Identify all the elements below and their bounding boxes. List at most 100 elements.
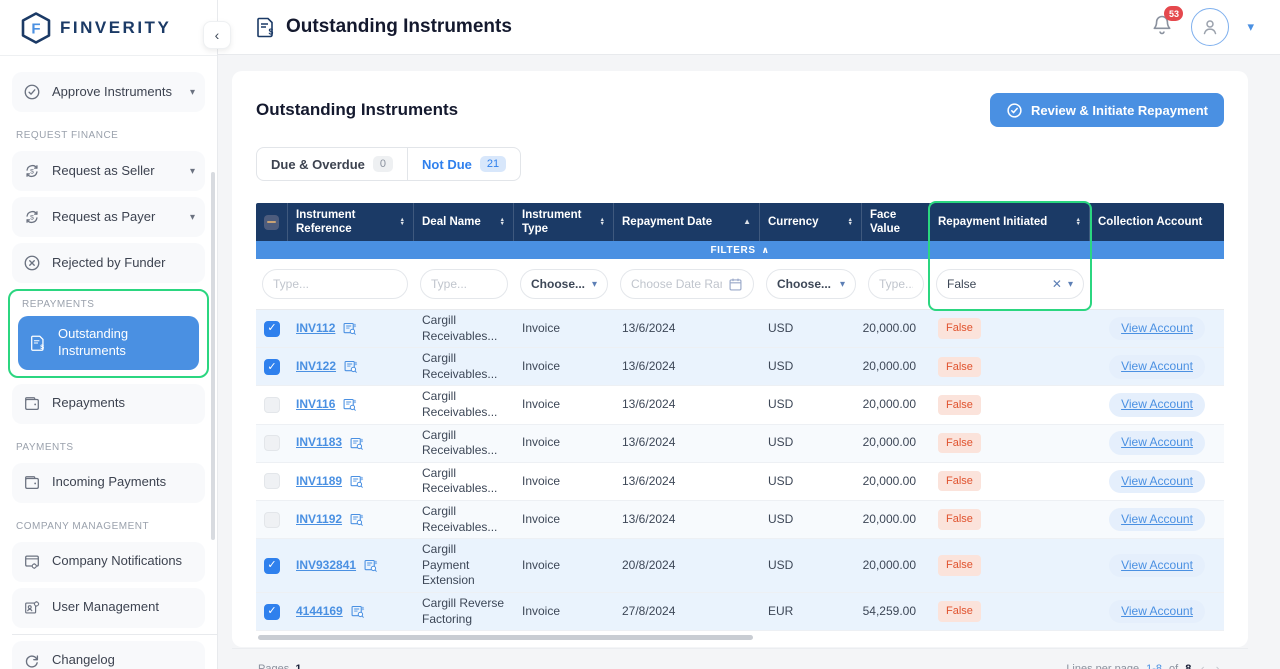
sidebar-item-request-as-seller[interactable]: $Request as Seller▾ [12, 151, 205, 191]
view-account-link[interactable]: View Account [1109, 431, 1205, 455]
collection-account-cell: View Account [1090, 386, 1224, 423]
sidebar-section-payments: PAYMENTS [0, 430, 217, 457]
repayment-date-cell: 27/8/2024 [614, 593, 760, 630]
sidebar-item-approve-instruments[interactable]: Approve Instruments▾ [12, 72, 205, 112]
row-checkbox[interactable]: ✓ [264, 558, 280, 574]
column-header-deal-name[interactable]: Deal Name▲▼ [414, 203, 514, 241]
filter-date-range[interactable]: Choose Date Range [620, 269, 754, 299]
account-menu-chevron-icon[interactable]: ▾ [1247, 19, 1254, 35]
row-checkbox[interactable] [264, 473, 280, 489]
instrument-reference-link[interactable]: INV122 [296, 359, 336, 375]
sidebar-item-changelog[interactable]: Changelog [12, 641, 205, 669]
instrument-reference-link[interactable]: INV1183 [296, 435, 342, 451]
filter-select[interactable]: Choose...▾ [766, 269, 856, 299]
filter-select-repayment-initiated[interactable]: False✕▾ [936, 269, 1084, 299]
row-checkbox[interactable] [264, 435, 280, 451]
deal-name-cell: Cargill Receivables... [414, 425, 514, 462]
sort-icon[interactable]: ▲▼ [396, 218, 405, 227]
sidebar-section-repayments: REPAYMENTS [10, 291, 207, 312]
view-account-link[interactable]: View Account [1109, 600, 1205, 624]
sort-asc-icon[interactable]: ▲ [739, 218, 751, 226]
column-header-repayment-date[interactable]: Repayment Date▲ [614, 203, 760, 241]
invoice-preview-icon[interactable]: $ [342, 321, 357, 336]
page-title: Outstanding Instruments [256, 100, 458, 120]
instrument-type: Invoice [522, 474, 560, 490]
column-label: Instrument Reference [296, 208, 390, 237]
face-value-cell: 20,000.00 [862, 463, 930, 500]
review-initiate-repayment-button[interactable]: Review & Initiate Repayment [990, 93, 1224, 127]
column-header-currency[interactable]: Currency▲▼ [760, 203, 862, 241]
row-checkbox[interactable]: ✓ [264, 359, 280, 375]
sidebar-item-incoming-payments[interactable]: Incoming Payments [12, 463, 205, 503]
invoice-preview-icon[interactable]: $ [349, 436, 364, 451]
column-header-instrument-reference[interactable]: Instrument Reference ▲▼ [288, 203, 414, 241]
view-account-link[interactable]: View Account [1109, 508, 1205, 532]
view-account-link[interactable]: View Account [1109, 355, 1205, 379]
invoice-preview-icon[interactable]: $ [363, 558, 378, 573]
user-avatar[interactable] [1191, 8, 1229, 46]
instrument-reference-link[interactable]: INV116 [296, 397, 335, 413]
logo-hexagon-icon: F [20, 11, 52, 45]
view-account-link[interactable]: View Account [1109, 393, 1205, 417]
sort-icon[interactable]: ▲▼ [596, 218, 605, 227]
face-value-cell: 20,000.00 [862, 348, 930, 385]
invoice-preview-icon[interactable]: $ [350, 604, 365, 619]
instrument-reference-link[interactable]: INV932841 [296, 558, 356, 574]
filter-cell-instrument-type: Choose...▾ [514, 259, 614, 309]
main-area: $ Outstanding Instruments 53 ▾ Outstandi… [218, 0, 1280, 669]
invoice-preview-icon[interactable]: $ [342, 397, 357, 412]
sidebar-collapse-button[interactable]: ‹ [203, 21, 231, 49]
column-header-instrument-type[interactable]: Instrument Type ▲▼ [514, 203, 614, 241]
filter-cell-currency: Choose...▾ [760, 259, 862, 309]
row-checkbox[interactable]: ✓ [264, 604, 280, 620]
currency-cell: USD [760, 539, 862, 592]
column-header-repayment-initiated[interactable]: Repayment Initiated▲▼ [930, 203, 1090, 241]
clear-filter-icon[interactable]: ✕ [1052, 277, 1062, 291]
tab-not-due[interactable]: Not Due21 [407, 148, 520, 180]
view-account-link[interactable]: View Account [1109, 317, 1205, 341]
invoice-preview-icon[interactable]: $ [349, 512, 364, 527]
view-account-link[interactable]: View Account [1109, 470, 1205, 494]
sidebar-item-repayments[interactable]: Repayments [12, 384, 205, 424]
horizontal-scrollbar-thumb[interactable] [258, 635, 753, 640]
row-checkbox[interactable]: ✓ [264, 321, 280, 337]
sidebar-scrollbar[interactable] [211, 172, 215, 540]
instrument-reference-link[interactable]: INV112 [296, 321, 335, 337]
table-header-row: Instrument Reference▲▼Deal Name▲▼Instrum… [256, 203, 1224, 241]
sidebar-item-label: Incoming Payments [52, 474, 195, 491]
filter-text-input[interactable]: Type... [868, 269, 924, 299]
sort-icon[interactable]: ▲▼ [844, 218, 853, 227]
filter-text-input[interactable]: Type... [420, 269, 508, 299]
sidebar-item-request-as-payer[interactable]: $Request as Payer▾ [12, 197, 205, 237]
lines-range[interactable]: 1-8 [1146, 663, 1162, 669]
select-all-checkbox[interactable] [264, 215, 279, 230]
notifications-button[interactable]: 53 [1151, 13, 1173, 41]
svg-text:$: $ [355, 361, 358, 366]
view-account-link[interactable]: View Account [1109, 554, 1205, 578]
deal-name: Cargill Receivables... [422, 313, 506, 344]
logo[interactable]: F FINVERITY [0, 0, 217, 56]
invoice-preview-icon[interactable]: $ [343, 359, 358, 374]
filter-select[interactable]: Choose...▾ [520, 269, 608, 299]
column-label: Instrument Type [522, 208, 590, 237]
instrument-reference-link[interactable]: INV1192 [296, 512, 342, 528]
tab-due-overdue[interactable]: Due & Overdue0 [257, 148, 407, 180]
repayment-initiated-badge: False [938, 395, 981, 415]
filter-text-input[interactable]: Type... [262, 269, 408, 299]
instrument-reference-link[interactable]: INV1189 [296, 474, 342, 490]
sidebar-item-rejected-by-funder[interactable]: Rejected by Funder [12, 243, 205, 283]
sidebar-item-outstanding-instruments[interactable]: $Outstanding Instruments [18, 316, 199, 370]
next-page-icon[interactable]: › [1214, 661, 1222, 669]
browser-gear-icon [22, 552, 42, 572]
sort-icon[interactable]: ▲▼ [1072, 218, 1081, 227]
row-checkbox[interactable] [264, 397, 280, 413]
currency-cell: USD [760, 310, 862, 347]
row-checkbox[interactable] [264, 512, 280, 528]
invoice-preview-icon[interactable]: $ [349, 474, 364, 489]
sidebar-item-user-management[interactable]: User Management [12, 588, 205, 628]
instrument-reference-link[interactable]: 4144169 [296, 604, 343, 620]
prev-page-icon[interactable]: ‹ [1198, 661, 1206, 669]
filters-toggle-bar[interactable]: FILTERS ∧ [256, 241, 1224, 259]
sidebar-item-company-notifications[interactable]: Company Notifications [12, 542, 205, 582]
sort-icon[interactable]: ▲▼ [496, 218, 505, 227]
